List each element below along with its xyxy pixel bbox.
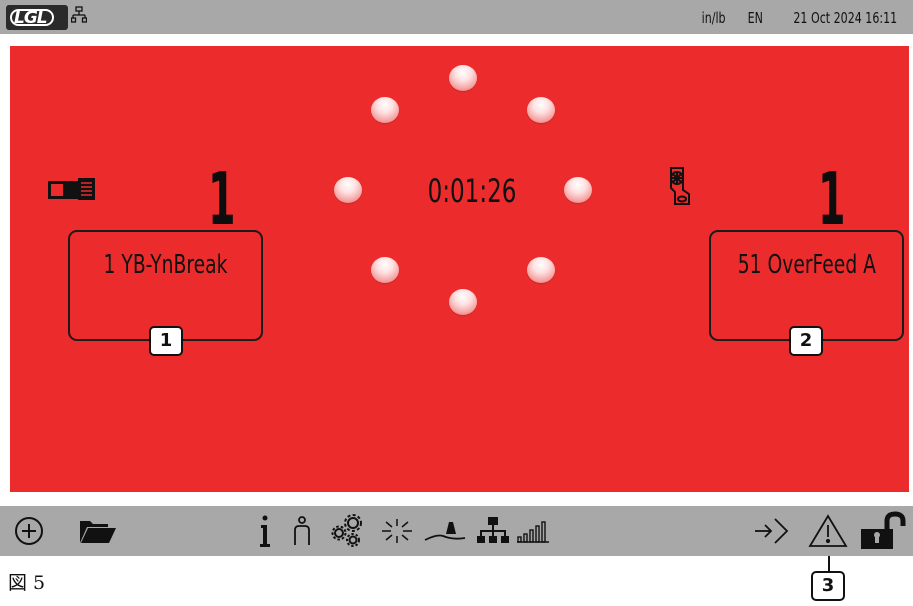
- unlock-icon[interactable]: [858, 506, 908, 556]
- callout-leader: [828, 556, 830, 572]
- right-stop-box[interactable]: 51 OverFeed A: [709, 230, 904, 341]
- add-icon[interactable]: [12, 506, 46, 556]
- figure-caption: 図 5: [8, 572, 46, 594]
- callout-1: 1: [149, 326, 183, 356]
- stop-timer: 0:01:26: [427, 172, 517, 210]
- language-indicator[interactable]: EN: [747, 9, 762, 27]
- indicator-light: [449, 65, 477, 91]
- network-icon: [70, 6, 88, 29]
- signal-bars-icon[interactable]: [515, 506, 551, 556]
- units-indicator[interactable]: in/lb: [701, 9, 725, 27]
- callout-2: 2: [789, 326, 823, 356]
- folder-icon[interactable]: [76, 506, 120, 556]
- info-icon[interactable]: [256, 506, 274, 556]
- indicator-light: [564, 177, 592, 203]
- lgl-logo: LGL: [6, 5, 68, 30]
- status-bar: LGL in/lb EN 21 Oct 2024 16:11: [0, 0, 913, 34]
- indicator-light: [527, 257, 555, 283]
- tension-icon[interactable]: [423, 506, 467, 556]
- datetime-display: 21 Oct 2024 16:11: [793, 9, 898, 27]
- bottom-toolbar: [0, 506, 913, 556]
- right-stop-label: 51 OverFeed A: [737, 250, 876, 280]
- indicator-light: [449, 289, 477, 315]
- indicator-light: [371, 97, 399, 123]
- left-stop-count: 1: [208, 157, 236, 241]
- left-stop-box[interactable]: 1 YB-YnBreak: [68, 230, 263, 341]
- stop-status-panel: 1 0:01:26 1 1 YB-YnBreak 1 51 OverFeed A…: [10, 46, 909, 492]
- logo-text: LGL: [14, 8, 48, 28]
- settings-icon[interactable]: [328, 506, 368, 556]
- indicator-light: [371, 257, 399, 283]
- login-icon[interactable]: [752, 506, 792, 556]
- sensor-icon: [667, 164, 693, 213]
- indicator-light: [527, 97, 555, 123]
- callout-3: 3: [811, 571, 845, 601]
- warning-icon[interactable]: [806, 506, 850, 556]
- network-icon[interactable]: [475, 506, 511, 556]
- operator-icon[interactable]: [290, 506, 314, 556]
- sparkle-icon[interactable]: [378, 506, 416, 556]
- right-stop-count: 1: [818, 157, 846, 241]
- left-stop-label: 1 YB-YnBreak: [103, 250, 228, 280]
- feeder-icon: [47, 176, 97, 207]
- indicator-light: [334, 177, 362, 203]
